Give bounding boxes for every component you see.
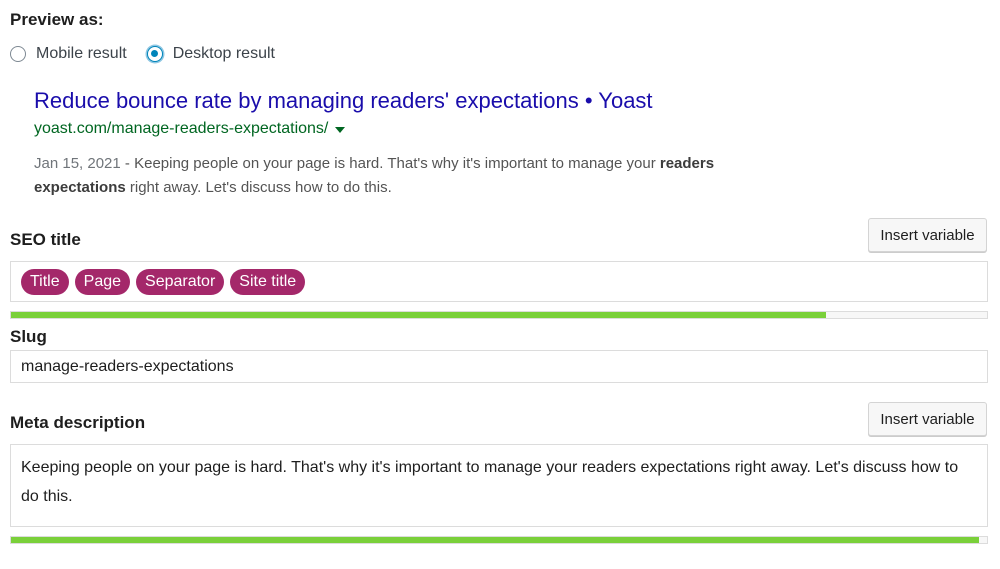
desktop-result-label[interactable]: Desktop result [173,45,275,63]
snippet-editor: Preview as: Mobile result Desktop result… [0,0,1000,569]
serp-preview-url[interactable]: yoast.com/manage-readers-expectations/ [34,120,346,138]
meta-description-value: Keeping people on your page is hard. Tha… [21,459,959,505]
slug-input[interactable]: manage-readers-expectations [10,350,988,383]
seo-title-progress-fill [11,312,826,318]
serp-preview-title[interactable]: Reduce bounce rate by managing readers' … [34,88,653,114]
slug-value: manage-readers-expectations [21,358,234,375]
desktop-result-option[interactable]: Desktop result [146,45,275,63]
meta-description-label: Meta description [10,413,146,432]
mobile-result-option[interactable]: Mobile result [10,45,127,63]
seo-title-input[interactable]: Title Page Separator Site title [10,261,988,302]
serp-date-separator: - [120,155,135,172]
variable-pill-title[interactable]: Title [21,269,69,295]
caret-down-icon [335,126,346,133]
desktop-result-radio[interactable] [146,46,163,62]
seo-title-insert-variable-button[interactable]: Insert variable [868,218,987,252]
variable-pill-separator[interactable]: Separator [136,269,225,295]
variable-pill-page[interactable]: Page [74,269,131,295]
serp-preview-description[interactable]: Jan 15, 2021 - Keeping people on your pa… [34,152,734,200]
preview-mode-radio-group: Mobile result Desktop result [10,42,295,66]
slug-label: Slug [10,327,47,346]
meta-description-progress-bar [10,536,988,544]
mobile-result-radio[interactable] [10,46,26,62]
serp-desc-part1: Keeping people on your page is hard. Tha… [134,155,660,172]
serp-desc-part2: right away. Let's discuss how to do this… [125,179,392,196]
serp-url-text: yoast.com/manage-readers-expectations/ [34,120,329,137]
meta-description-progress-fill [11,537,980,543]
meta-description-textarea[interactable]: Keeping people on your page is hard. Tha… [10,444,988,527]
seo-title-label: SEO title [10,230,81,249]
mobile-result-label[interactable]: Mobile result [36,45,127,63]
seo-title-progress-bar [10,311,988,319]
variable-pill-site-title[interactable]: Site title [230,269,306,295]
meta-description-insert-variable-button[interactable]: Insert variable [868,402,987,436]
serp-date: Jan 15, 2021 [34,155,121,172]
preview-as-label: Preview as: [10,10,104,29]
